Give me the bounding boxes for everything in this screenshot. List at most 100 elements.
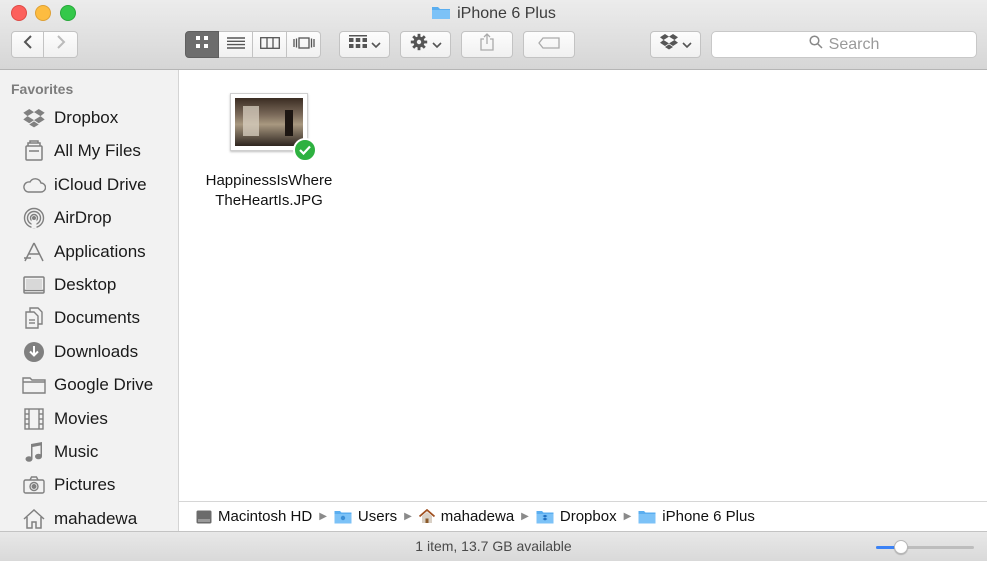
music-icon	[22, 440, 46, 464]
sidebar-item-google-drive[interactable]: Google Drive	[0, 370, 178, 400]
path-separator-icon: ▶	[623, 511, 632, 522]
path-segment-macintosh-hd[interactable]: Macintosh HD	[196, 508, 312, 525]
sidebar-item-label: Documents	[54, 308, 140, 327]
dropbox-folder-icon	[536, 510, 554, 524]
hard-drive-icon	[196, 510, 212, 524]
sidebar-heading: Favorites	[11, 81, 74, 97]
forward-button[interactable]	[44, 31, 78, 58]
sidebar-item-label: Music	[54, 442, 99, 461]
window-toolbar: iPhone 6 Plus Search	[0, 0, 987, 70]
action-button[interactable]	[400, 31, 451, 58]
chevron-down-icon	[431, 36, 442, 54]
chevron-right-icon	[56, 34, 66, 55]
photo-thumbnail-image	[235, 98, 303, 146]
sidebar-item-all-my-files[interactable]: All My Files	[0, 136, 178, 166]
downloads-icon	[22, 340, 46, 364]
sidebar-item-music[interactable]: Music	[0, 437, 178, 467]
sidebar-item-documents[interactable]: Documents	[0, 303, 178, 333]
sidebar-item-airdrop[interactable]: AirDrop	[0, 203, 178, 233]
movies-icon	[22, 407, 46, 431]
path-separator-icon: ▶	[521, 511, 529, 522]
folder-icon	[334, 510, 352, 524]
path-segment-mahadewa[interactable]: mahadewa	[418, 508, 515, 525]
list-view-button[interactable]	[219, 31, 253, 58]
home-icon	[22, 507, 46, 531]
path-segment-label: mahadewa	[440, 508, 515, 525]
sidebar: Favorites Dropbox All My Files iCloud Dr…	[0, 70, 179, 531]
path-segment-label: Macintosh HD	[218, 508, 313, 525]
dropbox-icon	[22, 106, 46, 130]
sidebar-item-mahadewa[interactable]: mahadewa	[0, 504, 178, 531]
window-title-text: iPhone 6 Plus	[457, 5, 556, 22]
sidebar-item-label: Movies	[54, 409, 108, 428]
path-segment-label: Users	[357, 508, 398, 525]
sidebar-item-pictures[interactable]: Pictures	[0, 470, 178, 500]
tag-button[interactable]	[523, 31, 575, 58]
sync-check-icon	[293, 138, 317, 162]
sidebar-item-label: Pictures	[54, 475, 116, 494]
folder-icon	[22, 373, 46, 397]
camera-icon	[22, 473, 46, 497]
arrange-button[interactable]	[339, 31, 390, 58]
sidebar-item-label: Applications	[54, 242, 146, 261]
file-name[interactable]: HappinessIsWhere TheHeartIs.JPG	[199, 171, 339, 211]
chevron-down-icon	[681, 36, 692, 54]
path-segment-dropbox[interactable]: Dropbox	[536, 508, 617, 525]
window-title: iPhone 6 Plus	[0, 4, 987, 25]
status-text: 1 item, 13.7 GB available	[415, 538, 572, 554]
documents-icon	[22, 306, 46, 330]
cover-flow-icon	[292, 36, 315, 54]
column-view-button[interactable]	[253, 31, 287, 58]
sidebar-item-label: iCloud Drive	[54, 175, 147, 194]
view-mode-control	[185, 31, 321, 58]
path-separator-icon: ▶	[319, 511, 327, 522]
gear-icon	[410, 33, 428, 56]
airdrop-icon	[22, 206, 46, 230]
file-browser-content: HappinessIsWhere TheHeartIs.JPG	[179, 70, 987, 501]
path-bar: Macintosh HD ▶ Users ▶ mahadewa ▶ Dropbo…	[179, 501, 987, 531]
chevron-left-icon	[23, 34, 33, 55]
sidebar-item-dropbox[interactable]: Dropbox	[0, 103, 178, 133]
icon-size-slider[interactable]	[876, 540, 974, 554]
search-field[interactable]: Search	[711, 31, 977, 58]
cover-flow-button[interactable]	[287, 31, 321, 58]
tag-icon	[538, 36, 560, 54]
chevron-down-icon	[370, 36, 381, 54]
home-icon	[418, 509, 435, 524]
desktop-icon	[22, 273, 46, 297]
icon-view-icon	[195, 35, 209, 54]
sidebar-item-label: Google Drive	[54, 375, 154, 394]
share-button[interactable]	[461, 31, 513, 58]
search-placeholder: Search	[828, 35, 880, 53]
sidebar-item-label: mahadewa	[54, 509, 138, 528]
sidebar-item-icloud-drive[interactable]: iCloud Drive	[0, 170, 178, 200]
share-icon	[479, 33, 495, 56]
status-bar: 1 item, 13.7 GB available	[0, 531, 987, 561]
icon-view-button[interactable]	[185, 31, 219, 58]
file-name-line: TheHeartIs.JPG	[215, 192, 323, 209]
folder-icon	[431, 4, 451, 25]
path-segment-users[interactable]: Users	[334, 508, 397, 525]
sidebar-item-label: AirDrop	[54, 208, 112, 227]
back-button[interactable]	[11, 31, 44, 58]
applications-icon	[22, 240, 46, 264]
all-files-icon	[22, 139, 46, 163]
dropbox-menu-button[interactable]	[650, 31, 701, 58]
path-segment-label: Dropbox	[559, 508, 617, 525]
sidebar-item-movies[interactable]: Movies	[0, 404, 178, 434]
sidebar-item-applications[interactable]: Applications	[0, 237, 178, 267]
list-view-icon	[226, 36, 245, 54]
path-segment-iphone-6-plus[interactable]: iPhone 6 Plus	[638, 508, 755, 525]
sidebar-item-downloads[interactable]: Downloads	[0, 337, 178, 367]
sidebar-item-label: Downloads	[54, 342, 139, 361]
search-icon	[809, 35, 829, 54]
sidebar-item-label: All My Files	[54, 141, 141, 160]
file-name-line: HappinessIsWhere	[205, 172, 333, 189]
icon-size-slider-knob[interactable]	[893, 540, 908, 554]
sidebar-item-label: Dropbox	[54, 108, 119, 127]
folder-icon	[638, 510, 656, 524]
cloud-icon	[22, 173, 46, 197]
sidebar-item-desktop[interactable]: Desktop	[0, 270, 178, 300]
arrange-icon	[348, 35, 367, 54]
path-segment-label: iPhone 6 Plus	[662, 508, 755, 525]
